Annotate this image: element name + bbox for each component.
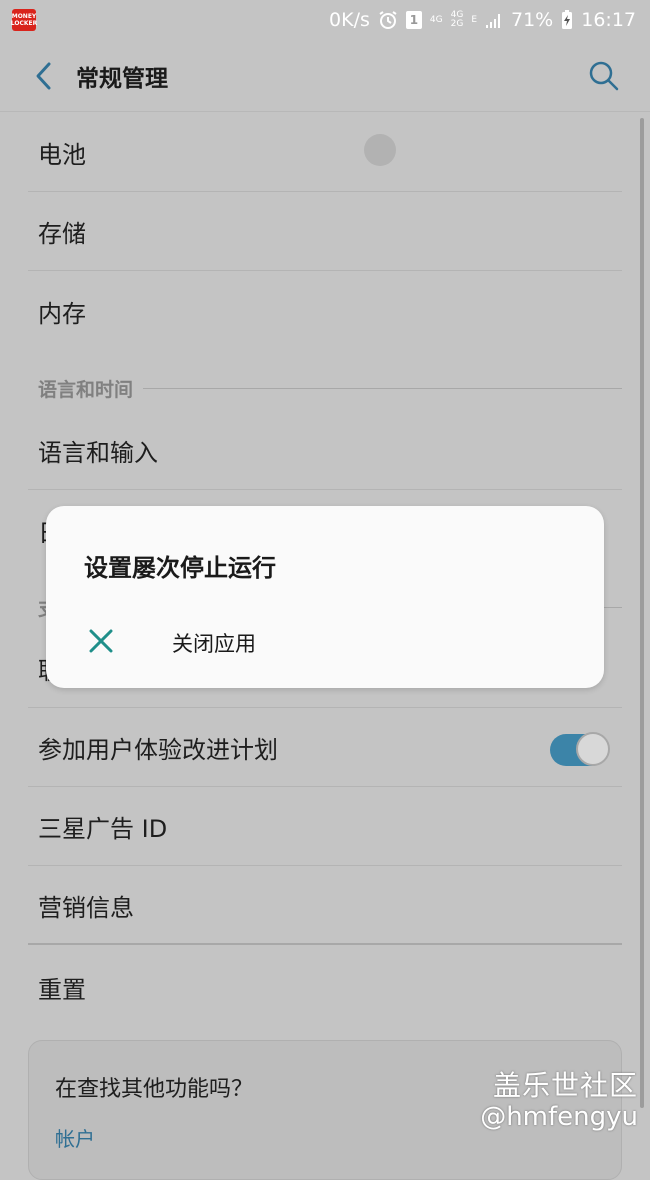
list-item-label: 内存: [38, 299, 86, 328]
list-item-reset[interactable]: 重置: [28, 948, 622, 1026]
account-link[interactable]: 帐户: [55, 1123, 95, 1152]
network-e-indicator: E: [471, 14, 477, 25]
list-item-marketing[interactable]: 营销信息: [28, 867, 622, 945]
watermark-user: @hmfengyu: [480, 1102, 638, 1132]
list-item-ad-id[interactable]: 三星广告 ID: [28, 788, 622, 866]
scrollbar[interactable]: [640, 118, 644, 1108]
page-title: 常规管理: [76, 65, 168, 92]
list-item-memory[interactable]: 内存: [28, 272, 622, 350]
signal-icon: [485, 11, 503, 29]
experience-program-toggle[interactable]: [550, 732, 610, 766]
search-button[interactable]: [580, 52, 628, 100]
network-4g-indicator: 4G: [429, 14, 443, 25]
search-icon: [589, 61, 619, 91]
list-item-label: 三星广告 ID: [38, 815, 168, 843]
close-app-label: 关闭应用: [172, 632, 256, 656]
alarm-icon: [378, 10, 398, 30]
list-item-storage[interactable]: 存储: [28, 193, 622, 271]
close-icon: [89, 629, 113, 653]
battery-charging-icon: [561, 10, 573, 30]
sim-badge: 1: [405, 11, 422, 29]
list-item-battery[interactable]: 电池: [28, 114, 622, 192]
card-title: 在查找其他功能吗？: [55, 1077, 254, 1102]
app-bar: 常规管理: [0, 40, 650, 112]
dialog-title: 设置屡次停止运行: [84, 554, 276, 582]
touch-ripple: [364, 134, 396, 166]
list-item-label: 营销信息: [38, 893, 134, 922]
clock: 16:17: [581, 9, 636, 31]
close-app-option[interactable]: 关闭应用: [46, 606, 604, 676]
app-stopped-dialog: 设置屡次停止运行 关闭应用: [46, 506, 604, 688]
status-bar: MONEY LOCKER 0K/s 1 4G 4G 2G E 71% 16:17: [0, 0, 650, 40]
watermark-community: 盖乐世社区: [492, 1069, 638, 1102]
battery-percent: 71%: [511, 9, 554, 31]
list-item-label: 存储: [38, 220, 86, 248]
network-speed: 0K/s: [329, 9, 370, 31]
back-button[interactable]: [14, 46, 74, 106]
list-item-label: 重置: [38, 975, 86, 1004]
section-header-language-time: 语言和时间: [38, 373, 622, 403]
list-item-language-input[interactable]: 语言和输入: [28, 412, 622, 490]
toggle-knob: [576, 732, 610, 766]
list-item-label: 参加用户体验改进计划: [38, 736, 278, 764]
network-4g-2g-indicator: 4G 2G: [450, 10, 464, 29]
list-item-label: 电池: [38, 141, 86, 169]
chevron-left-icon: [36, 62, 51, 89]
section-divider: [143, 387, 622, 389]
list-item-label: 语言和输入: [38, 439, 158, 467]
money-locker-app-icon: MONEY LOCKER: [11, 9, 37, 31]
list-item-experience-program[interactable]: 参加用户体验改进计划: [28, 709, 622, 787]
